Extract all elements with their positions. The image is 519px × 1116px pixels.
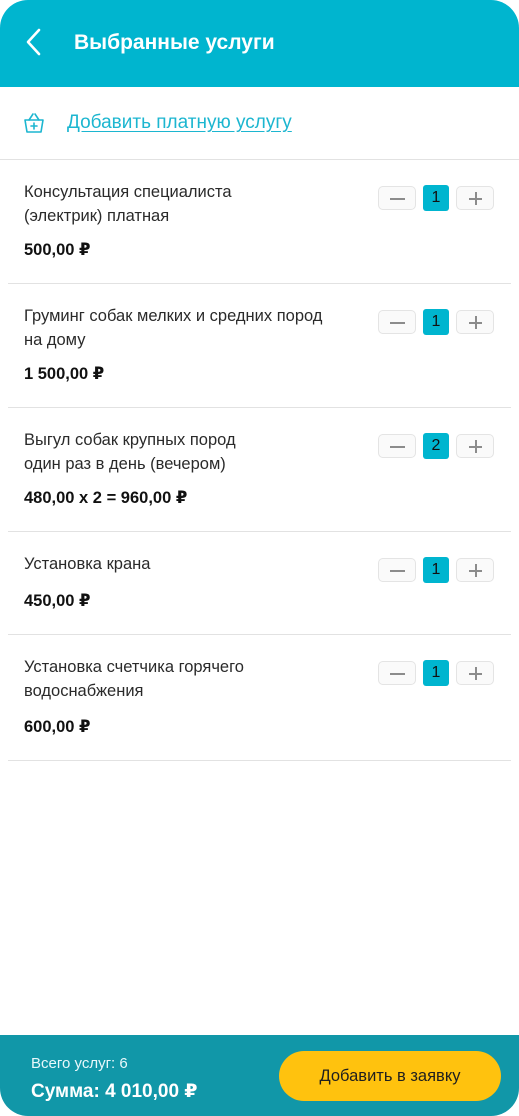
service-price: 500,00 ₽	[24, 241, 91, 259]
decrease-button[interactable]	[378, 186, 416, 210]
service-item: Груминг собак мелких и средних пород на …	[8, 284, 511, 408]
decrease-button[interactable]	[378, 434, 416, 458]
service-price: 480,00 х 2 = 960,00 ₽	[24, 489, 188, 507]
decrease-button[interactable]	[378, 558, 416, 582]
decrease-button[interactable]	[378, 310, 416, 334]
increase-button[interactable]	[456, 310, 494, 334]
service-price: 600,00 ₽	[24, 718, 91, 736]
quantity-stepper: 1	[378, 309, 496, 336]
service-name-line: Установка крана	[24, 555, 151, 573]
add-paid-service-link[interactable]: Добавить платную услугу	[67, 111, 292, 135]
increase-button[interactable]	[456, 661, 494, 685]
quantity-stepper: 1	[378, 660, 496, 687]
service-name-line: Выгул собак крупных пород	[24, 431, 236, 449]
add-paid-service-row[interactable]: Добавить платную услугу	[0, 87, 519, 160]
service-item: Консультация специалиста (электрик) плат…	[8, 160, 511, 284]
decrease-button[interactable]	[378, 661, 416, 685]
service-name: Установка счетчика горячего водоснабжени…	[24, 655, 354, 703]
quantity-stepper: 2	[378, 433, 496, 460]
quantity-value: 2	[423, 433, 449, 459]
chevron-left-icon	[26, 28, 41, 56]
quantity-value: 1	[423, 309, 449, 335]
page-title: Выбранные услуги	[74, 31, 275, 54]
service-list: Консультация специалиста (электрик) плат…	[0, 160, 519, 761]
service-name: Груминг собак мелких и средних пород на …	[24, 304, 354, 352]
service-item: Установка крана 450,00 ₽ 1	[8, 532, 511, 635]
service-item: Установка счетчика горячего водоснабжени…	[8, 635, 511, 761]
add-to-request-button[interactable]: Добавить в заявку	[279, 1051, 501, 1101]
summary-footer: Всего услуг: 6 Сумма: 4 010,00 ₽ Добавит…	[0, 1035, 519, 1116]
quantity-value: 1	[423, 185, 449, 211]
quantity-stepper: 1	[378, 557, 496, 584]
increase-button[interactable]	[456, 434, 494, 458]
increase-button[interactable]	[456, 558, 494, 582]
service-name-line: водоснабжения	[24, 682, 144, 700]
service-name-line: Установка счетчика горячего	[24, 658, 244, 676]
quantity-stepper: 1	[378, 185, 496, 212]
basket-add-icon	[24, 113, 44, 133]
service-name-line: на дому	[24, 331, 86, 349]
back-button[interactable]	[14, 22, 54, 62]
service-name-line: Груминг собак мелких и средних пород	[24, 307, 323, 325]
service-name: Установка крана	[24, 552, 354, 576]
service-name-line: (электрик) платная	[24, 207, 170, 225]
service-name: Выгул собак крупных пород один раз в ден…	[24, 428, 354, 476]
quantity-value: 1	[423, 557, 449, 583]
service-price: 1 500,00 ₽	[24, 365, 105, 383]
service-name-line: Консультация специалиста	[24, 183, 232, 201]
screen: Выбранные услуги Добавить платную услугу…	[0, 0, 519, 1116]
increase-button[interactable]	[456, 186, 494, 210]
app-header: Выбранные услуги	[0, 0, 519, 87]
total-sum: Сумма: 4 010,00 ₽	[31, 1081, 198, 1102]
service-name-line: один раз в день (вечером)	[24, 455, 226, 473]
service-item: Выгул собак крупных пород один раз в ден…	[8, 408, 511, 532]
service-price: 450,00 ₽	[24, 592, 91, 610]
total-services-count: Всего услуг: 6	[31, 1055, 128, 1072]
service-name: Консультация специалиста (электрик) плат…	[24, 180, 354, 228]
quantity-value: 1	[423, 660, 449, 686]
